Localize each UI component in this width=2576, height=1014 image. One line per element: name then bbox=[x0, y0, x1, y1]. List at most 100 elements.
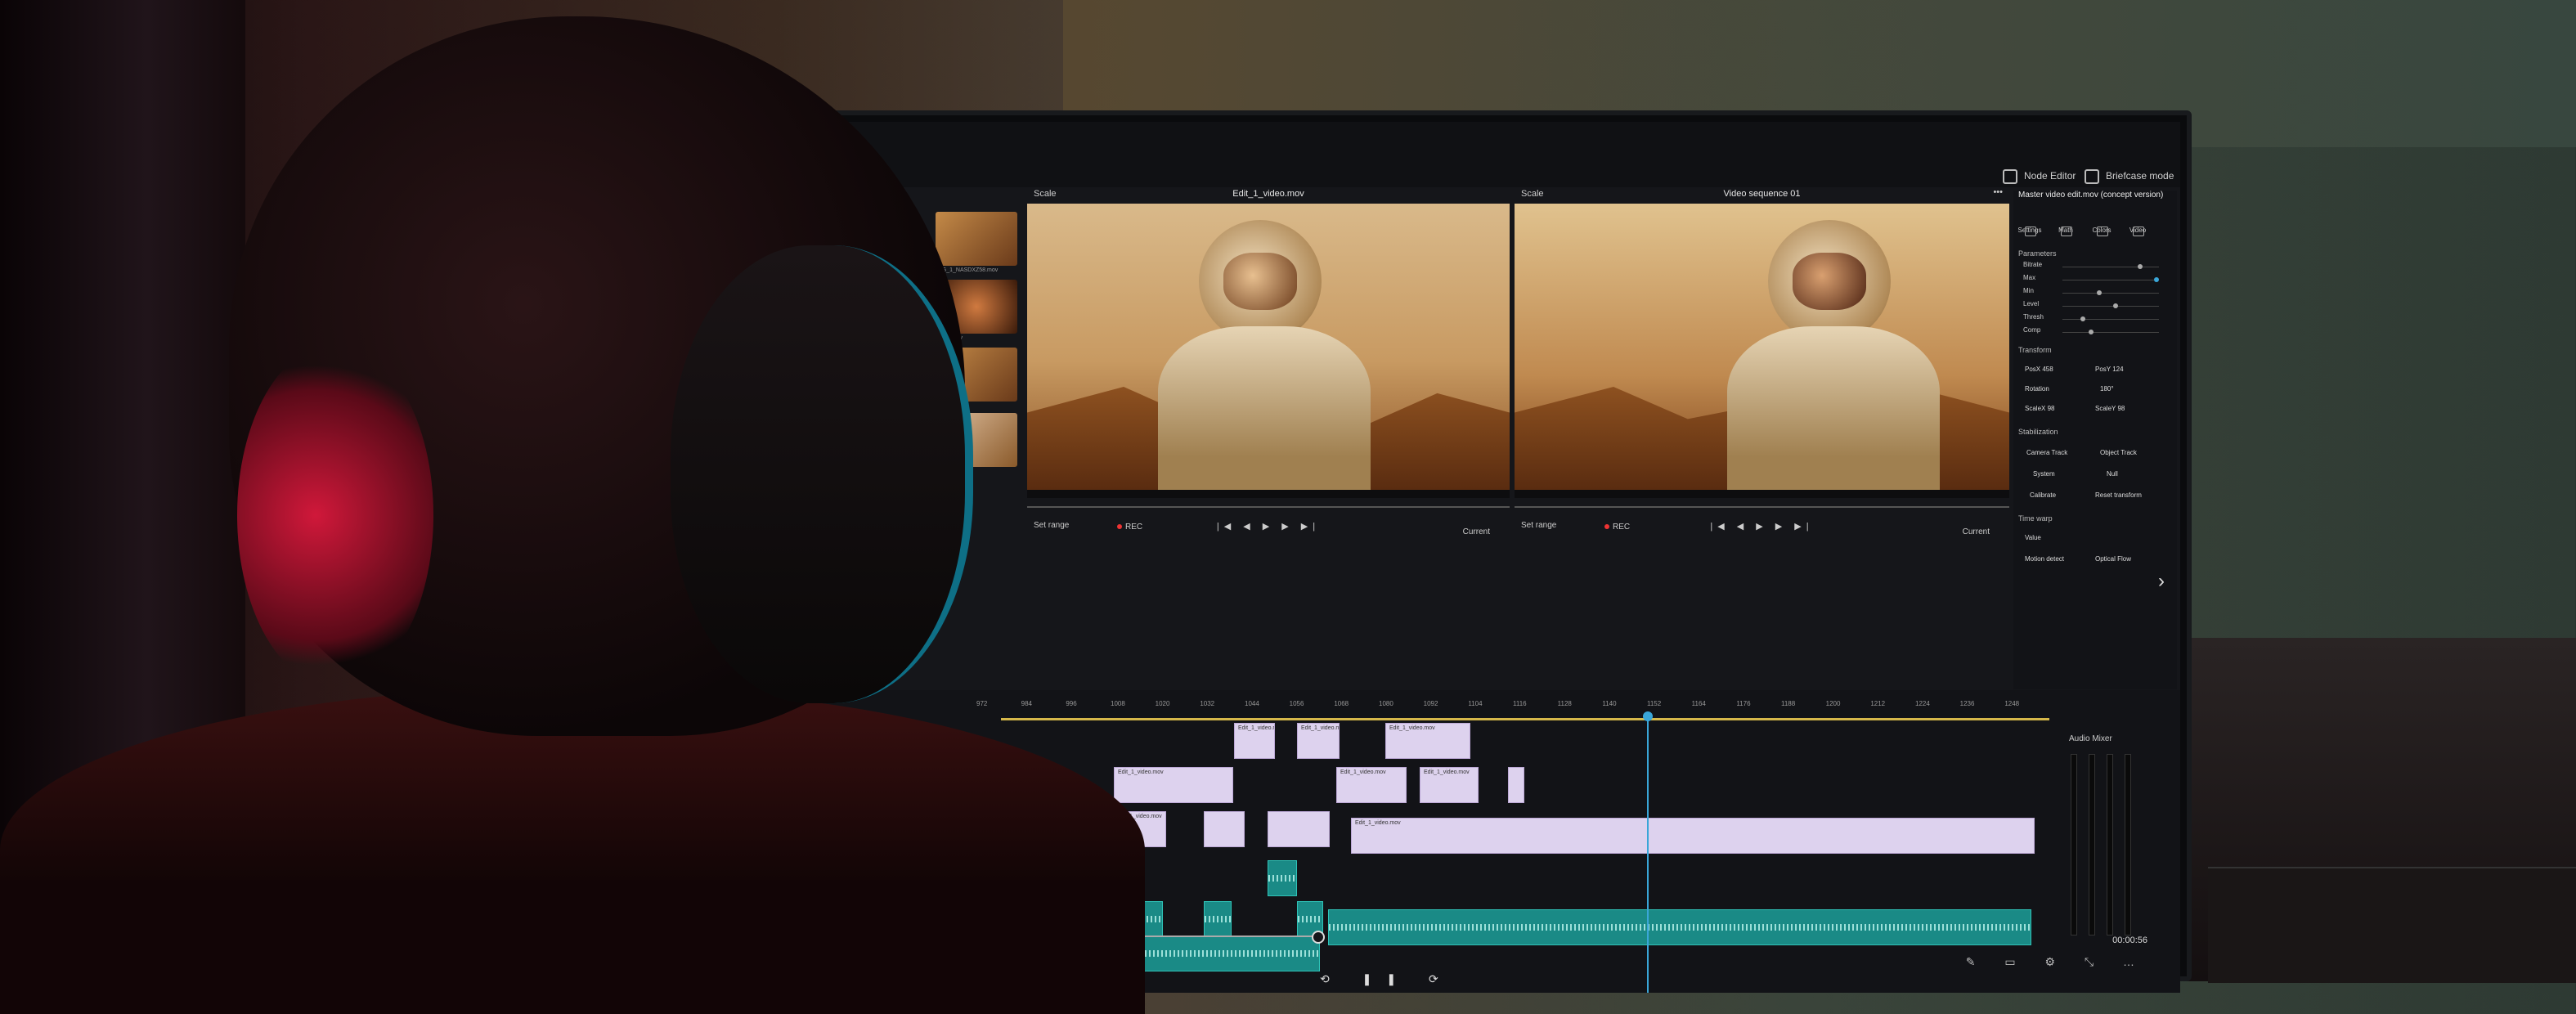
work-area-bar[interactable] bbox=[1001, 718, 2049, 720]
tab-settings[interactable]: Settings bbox=[2013, 227, 2046, 236]
slider-knob[interactable] bbox=[2097, 290, 2102, 295]
field-value: 180° bbox=[2100, 385, 2114, 393]
video-clip[interactable]: Edit_1_video.mov bbox=[1234, 723, 1275, 759]
inspector-panel: Master video edit.mov (concept version) … bbox=[2013, 191, 2177, 689]
value-field[interactable]: Value bbox=[2025, 534, 2041, 541]
video-clip[interactable] bbox=[1508, 767, 1524, 803]
scaley-field[interactable]: ScaleY 98 bbox=[2095, 405, 2125, 412]
tab-colors[interactable]: Colors bbox=[2085, 227, 2118, 236]
scrub-bar[interactable] bbox=[1515, 506, 2009, 508]
calibrate-button[interactable]: Calibrate bbox=[2030, 491, 2056, 499]
viewer-title: Video sequence 01 bbox=[1723, 189, 1801, 199]
tab-math[interactable]: Math bbox=[2049, 227, 2082, 236]
scalex-field[interactable]: ScaleX 98 bbox=[2025, 405, 2055, 412]
audio-clip[interactable] bbox=[878, 935, 1320, 971]
track-icons[interactable]: ▣ ✕ ◉ bbox=[923, 818, 963, 827]
chevron-right-icon[interactable]: › bbox=[2158, 570, 2165, 593]
slider-knob[interactable] bbox=[2113, 303, 2118, 308]
slider-knob[interactable] bbox=[2154, 277, 2159, 282]
video-clip[interactable]: Edit_1_video.mov bbox=[1420, 767, 1479, 803]
video-clip[interactable] bbox=[1204, 811, 1245, 847]
param-slider[interactable] bbox=[2062, 293, 2159, 294]
ruler-tick: 1212 bbox=[1870, 700, 1886, 707]
param-row[interactable]: Bitrate bbox=[2023, 261, 2169, 272]
audio-clip[interactable] bbox=[1109, 901, 1163, 937]
posx-field[interactable]: PosX 458 bbox=[2025, 366, 2053, 373]
transport-controls[interactable]: |◀ ◀ ▶ ▶ ▶| bbox=[1515, 521, 2009, 532]
param-row[interactable]: Comp bbox=[2023, 326, 2169, 338]
audio-clip[interactable] bbox=[1328, 909, 2031, 945]
video-clip[interactable]: Edit_1_video.mov bbox=[1351, 818, 2035, 854]
track-icons[interactable]: ▣ ◉ ◉ bbox=[923, 898, 963, 907]
slider-knob[interactable] bbox=[2089, 330, 2094, 334]
null-button[interactable]: Null bbox=[2107, 470, 2118, 478]
playback-scrubber[interactable] bbox=[862, 931, 1325, 944]
param-row[interactable]: Max bbox=[2023, 274, 2169, 285]
param-slider[interactable] bbox=[2062, 306, 2159, 307]
thumbnail[interactable] bbox=[936, 348, 1017, 402]
colors-icon bbox=[2097, 227, 2108, 236]
param-slider[interactable] bbox=[2062, 319, 2159, 320]
ruler-tick: 1032 bbox=[1200, 700, 1215, 707]
reset-transform-button[interactable]: Reset transform bbox=[2095, 491, 2142, 499]
mute-button[interactable]: Mute bbox=[949, 744, 963, 752]
thumbnail[interactable] bbox=[936, 413, 1017, 467]
scrub-bar[interactable] bbox=[1027, 506, 1510, 508]
motion-detect-button[interactable]: Motion detect bbox=[2025, 555, 2064, 563]
ruler-tick: 1104 bbox=[1468, 700, 1483, 707]
video-clip[interactable]: Edit_1_video.mov bbox=[1112, 811, 1166, 847]
current-button[interactable]: Current bbox=[1963, 527, 1990, 536]
slider-knob[interactable] bbox=[2080, 316, 2085, 321]
tab-video[interactable]: Video bbox=[2121, 227, 2154, 236]
mute-button[interactable]: Mute bbox=[949, 788, 963, 796]
settings-icon bbox=[2025, 227, 2036, 236]
current-button[interactable]: Current bbox=[1463, 527, 1490, 536]
node-editor-button[interactable]: Node Editor bbox=[2003, 169, 2076, 184]
camera-track-button[interactable]: Camera Track bbox=[2026, 449, 2067, 456]
side-label: Icon Connect bbox=[813, 915, 852, 922]
video-frame[interactable] bbox=[1027, 204, 1510, 490]
ruler-tick: 972 bbox=[976, 700, 988, 707]
thumbnail[interactable] bbox=[936, 280, 1017, 334]
transport-controls[interactable]: |◀ ◀ ▶ ▶ ▶| bbox=[1027, 521, 1510, 532]
audio-clip[interactable] bbox=[1204, 901, 1232, 937]
track-icons[interactable]: ▣ ✕ ◉ bbox=[923, 729, 963, 738]
param-slider[interactable] bbox=[2062, 332, 2159, 333]
mute-button[interactable]: Mute bbox=[949, 913, 963, 920]
thumbnail-label: Video.mov bbox=[936, 335, 963, 341]
clip-label: Edit_1_video.mov bbox=[1389, 725, 1435, 731]
slider-knob[interactable] bbox=[2138, 264, 2143, 269]
playback-controls[interactable]: ⟲ ❚❚ ⟳ bbox=[1320, 972, 1453, 986]
object-track-button[interactable]: Object Track bbox=[2100, 449, 2137, 456]
video-clip[interactable]: Edit_1_video.mov bbox=[1336, 767, 1407, 803]
track-sub: 44800 KHz bbox=[828, 953, 860, 961]
mute-button[interactable]: Mute bbox=[949, 832, 963, 840]
thumbnail[interactable] bbox=[936, 212, 1017, 266]
video-frame[interactable] bbox=[1515, 204, 2009, 490]
optical-flow-button[interactable]: Optical Flow bbox=[2095, 555, 2131, 563]
audio-clip[interactable] bbox=[1268, 860, 1297, 896]
track-icons[interactable]: ▣ ◉ ◉ bbox=[923, 857, 963, 866]
video-clip[interactable] bbox=[1268, 811, 1330, 847]
rotation-field[interactable]: Rotation 180° bbox=[2025, 385, 2114, 393]
timeline-ruler[interactable]: 972 984 996 1008 1020 1032 1044 1056 1068 1080 109… bbox=[976, 697, 2049, 713]
param-row[interactable]: Level bbox=[2023, 300, 2169, 312]
clip-label: Edit_1_video.mov bbox=[1355, 820, 1401, 826]
briefcase-mode-button[interactable]: Briefcase mode bbox=[2085, 169, 2174, 184]
video-clip[interactable]: Edit_1_video.mov bbox=[1297, 723, 1340, 759]
video-clip[interactable]: Edit_1_video.mov bbox=[1114, 767, 1233, 803]
param-row[interactable]: Min bbox=[2023, 287, 2169, 298]
system-button[interactable]: System bbox=[2033, 470, 2055, 478]
track-icons[interactable]: ▣ ✕ ◉ bbox=[923, 774, 963, 783]
inspector-tabs: Settings Math Colors Video bbox=[2013, 213, 2177, 241]
field-label: PosX bbox=[2025, 366, 2041, 373]
top-bar: Node Editor Briefcase mode bbox=[813, 122, 2180, 187]
field-label: ScaleX bbox=[2025, 405, 2046, 412]
ruler-tick: 1164 bbox=[1691, 700, 1706, 707]
viewer-menu-button[interactable]: ••• bbox=[1993, 187, 2003, 197]
playhead[interactable] bbox=[1643, 711, 1653, 993]
timeline-tools[interactable]: ✎ ▭ ⚙ ⤡ … bbox=[1966, 955, 2147, 969]
posy-field[interactable]: PosY 124 bbox=[2095, 366, 2124, 373]
param-row[interactable]: Thresh bbox=[2023, 313, 2169, 325]
video-clip[interactable]: Edit_1_video.mov bbox=[1385, 723, 1470, 759]
